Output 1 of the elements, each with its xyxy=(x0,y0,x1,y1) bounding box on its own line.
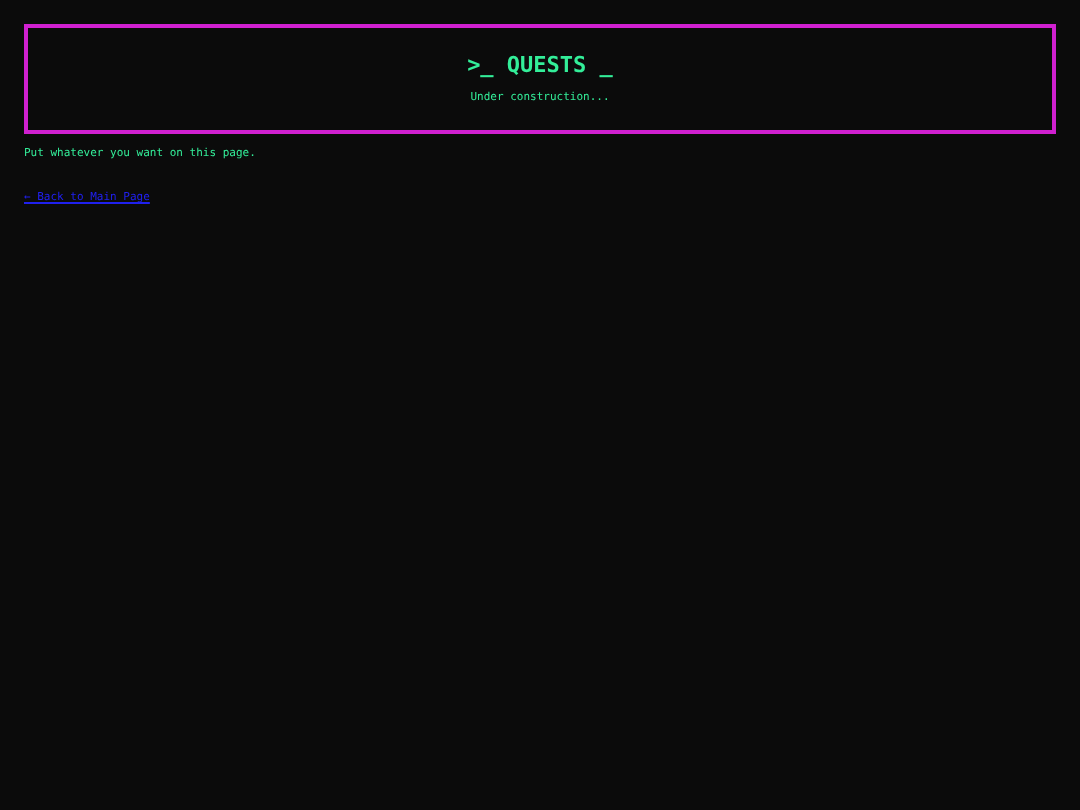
page-title: >_ QUESTS _ xyxy=(467,53,613,77)
